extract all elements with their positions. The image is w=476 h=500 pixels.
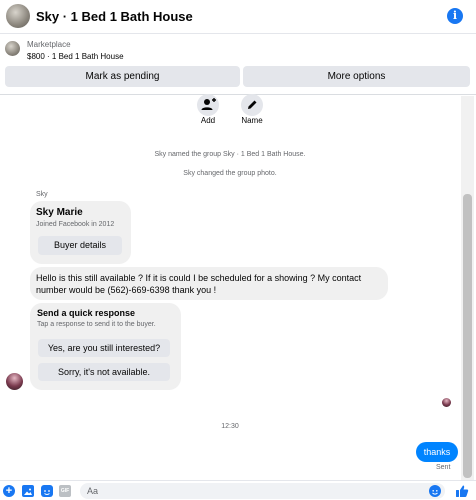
listing-summary[interactable]: $800 · 1 Bed 1 Bath House [27, 52, 124, 61]
marketplace-label: Marketplace [27, 40, 71, 49]
outgoing-message[interactable]: thanks [416, 442, 458, 462]
quick-response-not-available[interactable]: Sorry, it's not available. [38, 363, 170, 381]
more-options-button[interactable]: More options [243, 66, 470, 87]
buyer-details-button[interactable]: Buyer details [38, 236, 122, 255]
quick-response-card: Send a quick response Tap a response to … [30, 303, 181, 390]
name-label: Name [241, 116, 263, 125]
marketplace-banner: Marketplace $800 · 1 Bed 1 Bath House Ma… [0, 35, 476, 95]
message-input[interactable] [80, 483, 445, 499]
pencil-icon [248, 100, 257, 109]
buyer-profile-card: Sky Marie Joined Facebook in 2012 Buyer … [30, 201, 131, 264]
listing-thumbnail[interactable] [5, 41, 20, 56]
group-avatar[interactable] [6, 4, 30, 28]
buyer-name[interactable]: Sky Marie [36, 207, 83, 218]
emoji-icon[interactable] [429, 485, 441, 497]
plus-icon[interactable]: + [3, 485, 15, 497]
seen-indicator-avatar [442, 398, 451, 407]
sticker-glyph-icon [44, 490, 50, 495]
name-group-button[interactable] [241, 94, 263, 116]
add-person-icon [201, 98, 216, 110]
image-glyph-icon [24, 488, 32, 495]
sender-name: Sky [36, 191, 48, 198]
like-glyph-icon [456, 485, 469, 497]
gif-icon[interactable]: GIF [59, 485, 71, 497]
photo-icon[interactable] [22, 485, 34, 497]
scrollbar-thumb[interactable] [463, 194, 472, 478]
sent-status: Sent [436, 464, 451, 471]
message-composer: + GIF [0, 480, 476, 500]
add-person-button[interactable] [197, 94, 219, 116]
quick-response-still-interested[interactable]: Yes, are you still interested? [38, 339, 170, 357]
buyer-joined: Joined Facebook in 2012 [36, 221, 115, 228]
sticker-icon[interactable] [41, 485, 53, 497]
system-message-named: Sky named the group Sky · 1 Bed 1 Bath H… [154, 151, 306, 158]
chat-header: Sky · 1 Bed 1 Bath House i [0, 0, 476, 34]
incoming-message[interactable]: Hello is this still available ? If it is… [30, 267, 388, 300]
chat-title[interactable]: Sky · 1 Bed 1 Bath House [36, 9, 193, 24]
quick-response-subtitle: Tap a response to send it to the buyer. [37, 321, 156, 328]
sender-avatar[interactable] [6, 373, 23, 390]
add-label: Add [200, 116, 216, 125]
system-message-photo: Sky changed the group photo. [183, 170, 277, 177]
thumbs-up-icon[interactable] [455, 484, 469, 498]
info-icon[interactable]: i [447, 8, 463, 24]
mark-as-pending-button[interactable]: Mark as pending [5, 66, 240, 87]
smiley-glyph-icon [432, 490, 438, 495]
quick-response-title: Send a quick response [37, 308, 136, 318]
timestamp: 12:30 [221, 423, 239, 430]
